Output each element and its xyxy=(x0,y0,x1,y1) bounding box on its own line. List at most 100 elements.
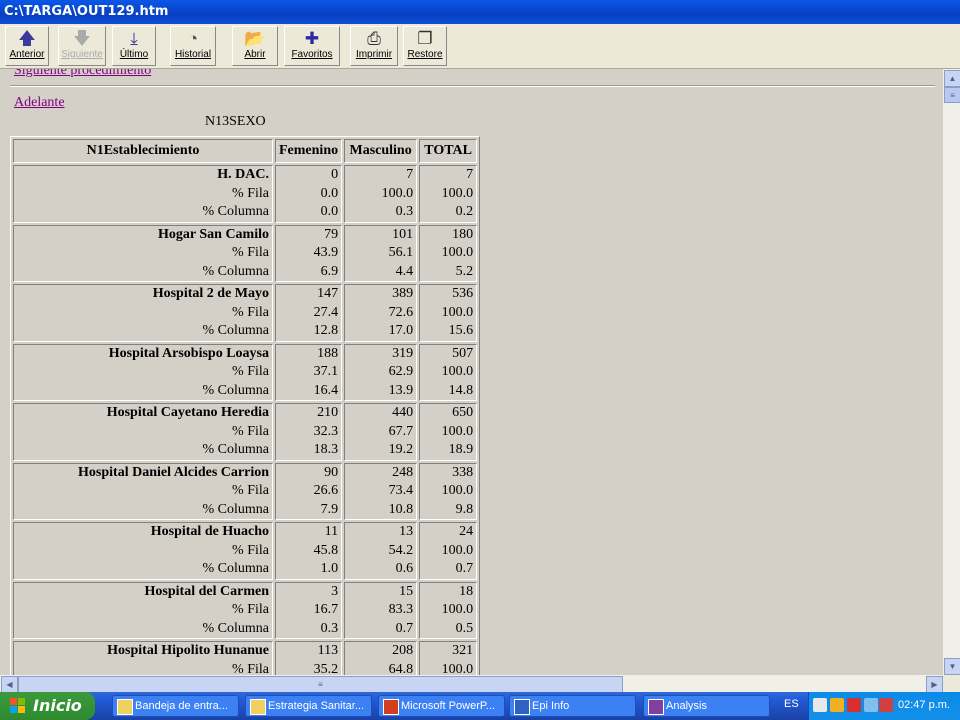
task-app-icon xyxy=(514,699,530,715)
start-button[interactable]: Inicio xyxy=(0,692,95,720)
cell-value: 15 xyxy=(399,583,414,599)
cell-value: 100.0 xyxy=(441,304,474,320)
tray-shield-icon[interactable] xyxy=(847,698,861,712)
cell-value: 19.2 xyxy=(388,442,414,457)
vertical-scrollbar[interactable]: ▲ ≡ ▼ xyxy=(943,69,960,675)
cell-value: 100.0 xyxy=(381,185,414,201)
toolbar-button-anterior[interactable]: 🡅 Anterior xyxy=(5,26,49,66)
value-cell: 319 62.9 13.9 xyxy=(344,343,418,401)
toolbar-button-imprimir[interactable]: ⎙ Imprimir xyxy=(350,26,398,66)
row-type-label: % Fila xyxy=(232,364,269,379)
down-arrow-icon: 🡇 xyxy=(73,29,91,48)
toolbar-button-siguiente[interactable]: 🡇 Siguiente xyxy=(58,26,106,66)
row-type-label: % Columna xyxy=(202,323,270,338)
row-label-cell: H. DAC. % Fila % Columna xyxy=(13,165,273,223)
tray-network-icon[interactable] xyxy=(864,698,878,712)
value-cell: 7 100.0 0.2 xyxy=(419,165,478,223)
cell-value: 9.8 xyxy=(455,501,474,517)
previous-procedure-link[interactable]: Siguiente procedimiento xyxy=(14,69,151,79)
cell-value: 79 xyxy=(324,226,339,242)
task-app-icon xyxy=(250,699,266,715)
value-cell: 210 32.3 18.3 xyxy=(275,403,343,461)
value-cell: 18 100.0 0.5 xyxy=(419,581,478,639)
cell-value: 4.4 xyxy=(395,263,414,279)
cell-value: 180 xyxy=(452,226,474,242)
cell-value: 0.3 xyxy=(395,204,414,219)
toolbar-button-abrir[interactable]: 📂 Abrir xyxy=(232,26,278,66)
cell-value: 0.6 xyxy=(395,561,414,576)
tray-security-icon[interactable] xyxy=(879,698,893,712)
cell-value: 440 xyxy=(392,405,414,420)
toolbar-button-historial[interactable]: ◔ Historial xyxy=(170,26,216,66)
scroll-down-icon[interactable]: ▼ xyxy=(944,658,960,675)
task-label: Estrategia Sanitar... xyxy=(268,700,364,712)
window-titlebar[interactable]: C:\TARGA\OUT129.htm xyxy=(0,0,960,24)
last-icon: ⤓ xyxy=(130,29,138,48)
row-type-label: % Columna xyxy=(202,204,270,219)
toolbar-button-label: Restore xyxy=(407,49,443,60)
system-tray: 02:47 p.m. xyxy=(808,692,960,720)
start-label: Inicio xyxy=(33,696,82,715)
value-cell: 0 0.0 0.0 xyxy=(275,165,343,223)
taskbar-task[interactable]: Bandeja de entra... xyxy=(112,695,239,717)
taskbar: Inicio Bandeja de entra... Estrategia San… xyxy=(0,692,960,720)
row-label-cell: Hospital Hipolito Hunanue % Fila xyxy=(13,641,273,675)
table-row: Hospital Arsobispo Loaysa % Fila % Columna… xyxy=(13,343,478,401)
scroll-right-icon[interactable]: ▶ xyxy=(926,676,943,693)
toolbar-button-restore[interactable]: ❐ Restore xyxy=(403,26,447,66)
taskbar-task[interactable]: Epi Info xyxy=(509,695,636,717)
row-type-label: % Columna xyxy=(202,501,270,517)
toolbar-button-label: Anterior xyxy=(9,49,45,60)
horizontal-scroll-thumb[interactable]: ≡ xyxy=(18,676,623,693)
cell-value: 100.0 xyxy=(441,364,474,379)
taskbar-task[interactable]: Analysis xyxy=(643,695,770,717)
cell-value: 113 xyxy=(317,643,339,658)
table-row: Hospital Daniel Alcides Carrion % Fila % C… xyxy=(13,462,478,520)
table-header-row: N1Establecimiento Femenino Masculino TOT… xyxy=(13,139,478,163)
cell-value: 3 xyxy=(331,583,339,599)
cell-value: 35.2 xyxy=(313,661,339,676)
cell-value: 100.0 xyxy=(441,542,474,558)
toolbar-button-label: Siguiente xyxy=(61,49,103,60)
scroll-up-icon[interactable]: ▲ xyxy=(944,70,960,87)
document-content: Siguiente procedimiento Adelante N13SEXO… xyxy=(0,69,943,675)
value-cell: 188 37.1 16.4 xyxy=(275,343,343,401)
toolbar-button-ltimo[interactable]: ⤓ Último xyxy=(112,26,156,66)
language-indicator[interactable]: ES xyxy=(784,698,799,710)
tray-antivirus-icon[interactable] xyxy=(830,698,844,712)
cell-value: 650 xyxy=(452,405,474,420)
scroll-left-icon[interactable]: ◀ xyxy=(1,676,18,693)
toolbar-button-favoritos[interactable]: ✚ Favoritos xyxy=(284,26,340,66)
cell-value: 6.9 xyxy=(320,263,339,279)
taskbar-task[interactable]: Estrategia Sanitar... xyxy=(245,695,372,717)
taskbar-task[interactable]: Microsoft PowerP... xyxy=(378,695,505,717)
horizontal-scrollbar[interactable]: ◀ ≡ ▶ xyxy=(0,675,943,693)
row-type-label: % Fila xyxy=(232,245,269,260)
toolbar-button-label: Favoritos xyxy=(291,49,333,60)
value-cell: 248 73.4 10.8 xyxy=(344,462,418,520)
value-cell: 3 16.7 0.3 xyxy=(275,581,343,639)
up-arrow-icon: 🡅 xyxy=(18,29,36,48)
row-label-cell: Hogar San Camilo % Fila % Columna xyxy=(13,224,273,282)
toolbar-button-label: Abrir xyxy=(244,49,266,60)
toolbar: 🡅 Anterior 🡇 Siguiente ⤓ Último ◔ Historial 📂 Abr… xyxy=(0,24,960,69)
scroll-thumb[interactable]: ≡ xyxy=(944,87,960,103)
cell-value: 100.0 xyxy=(441,185,474,201)
printer-icon: ⎙ xyxy=(367,29,381,48)
cell-value: 100.0 xyxy=(441,483,474,498)
row-label-cell: Hospital Arsobispo Loaysa % Fila % Columna xyxy=(13,343,273,401)
value-cell: 13 54.2 0.6 xyxy=(344,522,418,580)
cell-value: 1.0 xyxy=(320,561,339,576)
cell-value: 12.8 xyxy=(313,323,339,338)
cell-value: 83.3 xyxy=(388,602,414,617)
establishment-name: Hospital 2 de Mayo xyxy=(152,286,269,301)
establishment-name: Hospital Cayetano Heredia xyxy=(106,405,269,420)
cell-value: 0.7 xyxy=(395,620,414,636)
next-link[interactable]: Adelante xyxy=(14,95,65,111)
row-type-label: % Fila xyxy=(232,661,269,676)
clock[interactable]: 02:47 p.m. xyxy=(898,699,950,711)
variable-title: N13SEXO xyxy=(205,114,266,129)
tray-app-icon[interactable] xyxy=(813,698,827,712)
task-label: Microsoft PowerP... xyxy=(401,700,495,712)
cell-value: 16.7 xyxy=(313,602,339,617)
